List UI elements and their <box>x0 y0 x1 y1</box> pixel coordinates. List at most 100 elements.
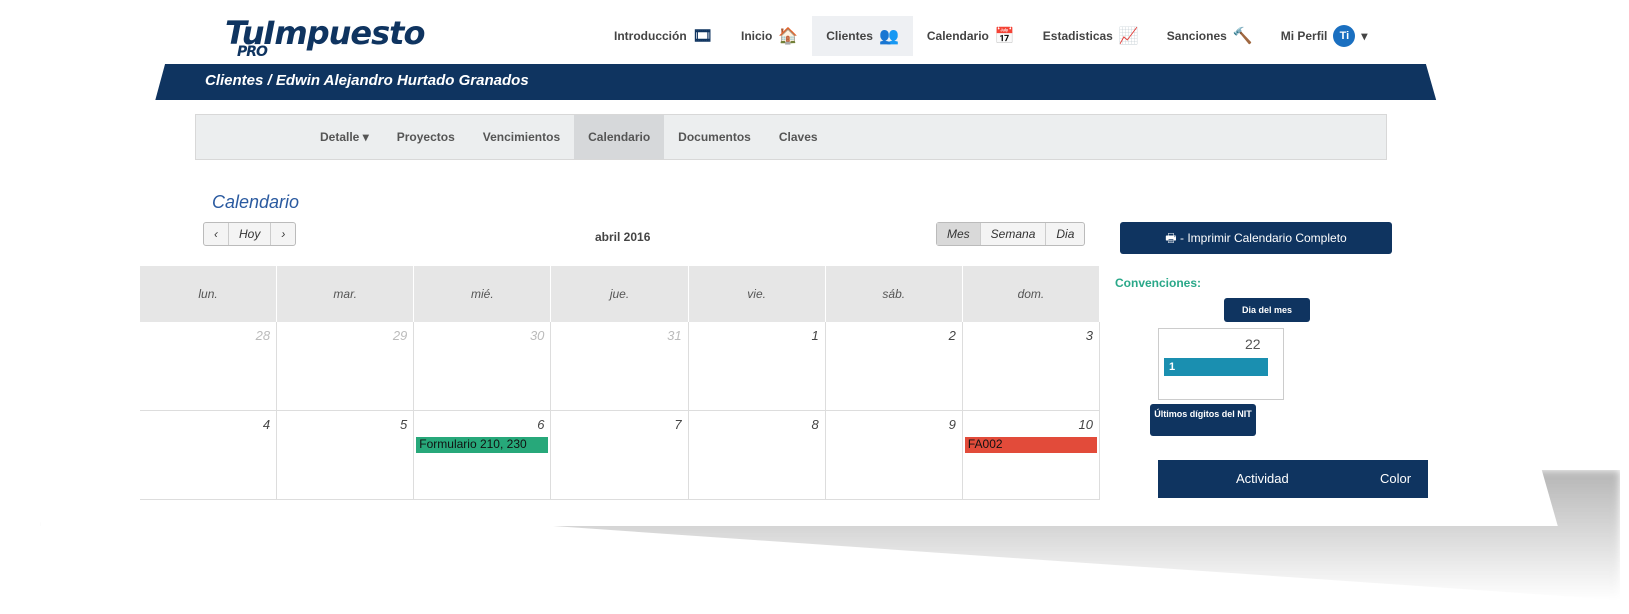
next-button[interactable]: › <box>271 223 295 245</box>
today-button[interactable]: Hoy <box>229 223 272 245</box>
day-cell[interactable]: 2 <box>826 322 963 410</box>
nav-introduccion[interactable]: Introducción 🎞 <box>600 16 727 56</box>
gavel-icon: 🔨 <box>1232 28 1253 45</box>
nav-sanciones[interactable]: Sanciones 🔨 <box>1153 16 1267 56</box>
calendar-month: abril 2016 <box>595 230 651 244</box>
day-cell[interactable]: 4 <box>140 411 278 499</box>
nav-label: Introducción <box>614 29 687 43</box>
caret-down-icon: ▾ <box>362 130 369 144</box>
chevron-right-icon: › <box>281 227 286 241</box>
tab-vencimientos[interactable]: Vencimientos <box>469 115 574 159</box>
day-cell[interactable]: 31 <box>551 322 689 410</box>
avatar: Ti <box>1333 25 1356 47</box>
week-row: 4 5 6 Formulario 210, 230 7 8 9 10 FA002 <box>140 411 1100 500</box>
day-number: 7 <box>674 417 682 432</box>
weekday: lun. <box>140 266 278 322</box>
tab-detalle[interactable]: Detalle ▾ <box>306 115 383 159</box>
day-number: 29 <box>392 328 408 343</box>
day-number: 5 <box>400 417 408 432</box>
weekday: sáb. <box>826 266 963 322</box>
chevron-down-icon: ▾ <box>1361 29 1368 43</box>
weekday: vie. <box>689 266 826 322</box>
chart-line-icon: 📈 <box>1118 28 1139 45</box>
day-cell[interactable]: 7 <box>551 411 689 499</box>
app-logo[interactable]: TuImpuesto PRO <box>225 14 425 60</box>
day-number: 9 <box>948 417 956 432</box>
breadcrumb: Clientes / Edwin Alejandro Hurtado Grana… <box>205 72 529 89</box>
tab-documentos[interactable]: Documentos <box>664 115 765 159</box>
nav-label: Calendario <box>926 29 989 43</box>
day-number: 4 <box>262 417 271 432</box>
client-subnav: Detalle ▾ Proyectos Vencimientos Calenda… <box>195 114 1387 160</box>
nav-label: Estadisticas <box>1042 29 1113 43</box>
week-row: 28 29 30 31 1 2 3 <box>140 322 1100 411</box>
nav-estadisticas[interactable]: Estadisticas 📈 <box>1029 16 1153 56</box>
column-color: Color <box>1380 471 1412 486</box>
tooltip-ultimos-digitos: Últimos dígitos del NIT <box>1150 404 1256 436</box>
tab-calendario[interactable]: Calendario <box>574 115 665 159</box>
view-week-button[interactable]: Semana <box>981 223 1047 245</box>
legend-title: Convenciones: <box>1115 276 1202 290</box>
day-cell[interactable]: 9 <box>826 411 963 499</box>
weekday: dom. <box>963 266 1100 322</box>
tab-proyectos[interactable]: Proyectos <box>383 115 469 159</box>
day-cell[interactable]: 28 <box>140 322 278 410</box>
nav-label: Sanciones <box>1166 29 1227 43</box>
day-cell[interactable]: 8 <box>689 411 826 499</box>
nav-inicio[interactable]: Inicio 🏠 <box>727 16 812 56</box>
weekday: mar. <box>277 266 415 322</box>
day-cell[interactable]: 29 <box>277 322 415 410</box>
main-nav: Introducción 🎞 Inicio 🏠 Clientes 👥 Calen… <box>600 16 1381 56</box>
users-icon: 👥 <box>878 28 899 45</box>
weekday: jue. <box>551 266 689 322</box>
day-cell[interactable]: 10 FA002 <box>963 411 1100 499</box>
view-day-button[interactable]: Dia <box>1046 223 1084 245</box>
day-number: 31 <box>667 328 682 343</box>
day-number: 3 <box>1085 328 1093 343</box>
subnav-items: Detalle ▾ Proyectos Vencimientos Calenda… <box>306 115 832 159</box>
day-cell[interactable]: 6 Formulario 210, 230 <box>414 411 552 499</box>
day-number: 2 <box>948 328 956 343</box>
day-cell[interactable]: 5 <box>277 411 415 499</box>
calendar-event-fa002[interactable]: FA002 <box>964 437 1097 453</box>
calendar-event-formulario[interactable]: Formulario 210, 230 <box>416 437 549 453</box>
prev-button[interactable]: ‹ <box>204 223 229 245</box>
logo-sub: PRO <box>237 44 268 60</box>
page-stage: TuImpuesto PRO Introducción 🎞 Inicio 🏠 C… <box>0 0 1629 614</box>
nav-label: Mi Perfil <box>1280 29 1328 43</box>
nav-label: Clientes <box>826 29 873 43</box>
weekday: mié. <box>414 266 552 322</box>
top-navbar: TuImpuesto PRO Introducción 🎞 Inicio 🏠 C… <box>40 6 1558 64</box>
view-month-button[interactable]: Mes <box>937 223 981 245</box>
nav-mi-perfil[interactable]: Mi Perfil Ti ▾ <box>1267 16 1382 56</box>
tab-claves[interactable]: Claves <box>765 115 832 159</box>
print-icon: 🖶 <box>1165 231 1177 245</box>
day-number: 1 <box>811 328 819 343</box>
chevron-left-icon: ‹ <box>214 227 218 241</box>
nav-calendario[interactable]: Calendario 📅 <box>913 16 1029 56</box>
tooltip-dia-del-mes: Dia del mes <box>1224 298 1310 322</box>
nav-clientes[interactable]: Clientes 👥 <box>812 16 913 56</box>
home-icon: 🏠 <box>778 28 799 45</box>
day-number: 8 <box>811 417 819 432</box>
calendar-icon: 📅 <box>994 28 1015 45</box>
weekday-header: lun. mar. mié. jue. vie. sáb. dom. <box>140 266 1100 322</box>
legend-event-bar: 1 <box>1164 358 1268 376</box>
calendar-nav-group: ‹ Hoy › <box>203 222 297 246</box>
nav-label: Inicio <box>740 29 773 43</box>
day-number: 6 <box>537 417 545 432</box>
legend-table-header: Actividad Color <box>1158 460 1428 498</box>
print-label: Imprimir Calendario Completo <box>1187 231 1347 245</box>
view-switch: Mes Semana Dia <box>936 222 1086 246</box>
day-number: 30 <box>529 328 545 343</box>
day-cell[interactable]: 3 <box>963 322 1100 410</box>
day-cell[interactable]: 1 <box>689 322 826 410</box>
app-window: TuImpuesto PRO Introducción 🎞 Inicio 🏠 C… <box>40 6 1558 526</box>
month-grid: lun. mar. mié. jue. vie. sáb. dom. 28 29… <box>140 266 1100 500</box>
calendar-title: Calendario <box>212 192 300 212</box>
day-cell[interactable]: 30 <box>414 322 552 410</box>
legend-day-number: 22 <box>1245 336 1261 352</box>
column-actividad: Actividad <box>1236 471 1289 486</box>
print-calendar-button[interactable]: 🖶 - Imprimir Calendario Completo <box>1120 222 1392 254</box>
day-number: 28 <box>255 328 271 343</box>
